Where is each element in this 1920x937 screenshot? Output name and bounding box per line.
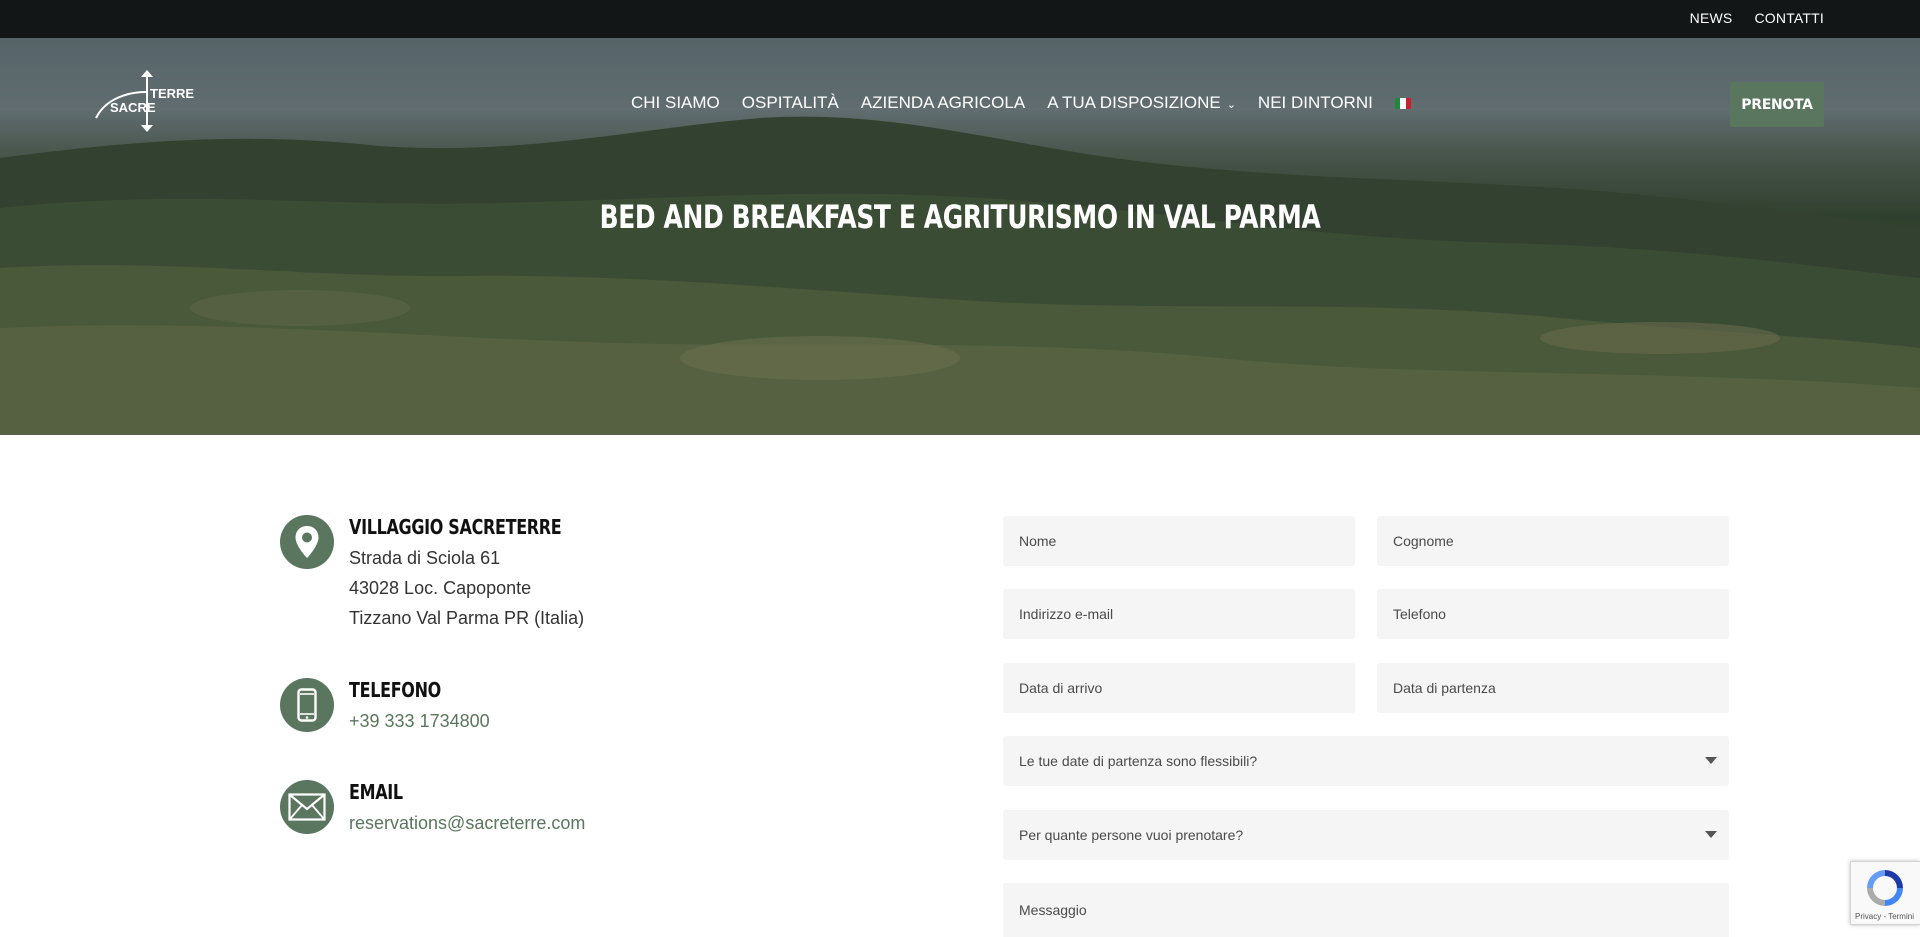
chevron-down-icon: ⌄: [1226, 98, 1236, 111]
message-textarea[interactable]: Messaggio: [1003, 883, 1729, 937]
nav-nei-dintorni[interactable]: NEI DINTORNI: [1258, 93, 1373, 113]
cognome-input[interactable]: Cognome: [1377, 516, 1729, 566]
nav-chi-siamo[interactable]: CHI SIAMO: [631, 93, 720, 113]
mobile-phone-icon: [280, 678, 334, 732]
address-line: 43028 Loc. Capoponte: [349, 578, 532, 598]
guests-label: Per quante persone vuoi prenotare?: [1019, 827, 1244, 843]
hero-banner: SACRE TERRE CHI SIAMO OSPITALITÀ AZIENDA…: [0, 38, 1920, 435]
phone-title: TELEFONO: [349, 678, 441, 702]
news-link[interactable]: NEWS: [1690, 10, 1733, 26]
logo-word-sacre: SACRE: [110, 100, 156, 115]
address-title: VILLAGGIO SACRETERRE: [349, 515, 562, 539]
recaptcha-badge[interactable]: Privacy - Termini: [1850, 861, 1920, 925]
nav-azienda-agricola[interactable]: AZIENDA AGRICOLA: [861, 93, 1025, 113]
top-links: NEWS CONTATTI: [1690, 10, 1824, 26]
arrival-date-input[interactable]: Data di arrivo: [1003, 663, 1355, 713]
dropdown-caret-icon: [1705, 757, 1717, 764]
guests-select[interactable]: Per quante persone vuoi prenotare?: [1003, 810, 1729, 860]
dropdown-caret-icon: [1705, 831, 1717, 838]
hero-title: BED AND BREAKFAST E AGRITURISMO IN VAL P…: [599, 198, 1321, 236]
email-input[interactable]: Indirizzo e-mail: [1003, 589, 1355, 639]
flexible-dates-select[interactable]: Le tue date di partenza sono flessibili?: [1003, 736, 1729, 786]
top-bar: NEWS CONTATTI: [0, 0, 1920, 38]
email-link[interactable]: reservations@sacreterre.com: [349, 808, 585, 838]
email-title: EMAIL: [349, 780, 403, 804]
departure-date-input[interactable]: Data di partenza: [1377, 663, 1729, 713]
nav-a-tua-disposizione-label: A TUA DISPOSIZIONE: [1047, 93, 1221, 112]
nav-a-tua-disposizione[interactable]: A TUA DISPOSIZIONE ⌄: [1047, 93, 1236, 113]
contatti-link[interactable]: CONTATTI: [1754, 10, 1824, 26]
address-line: Tizzano Val Parma PR (Italia): [349, 608, 585, 628]
phone-link[interactable]: +39 333 1734800: [349, 706, 490, 736]
recaptcha-icon: [1867, 870, 1903, 906]
nav-ospitalita[interactable]: OSPITALITÀ: [742, 93, 839, 113]
prenota-button[interactable]: PRENOTA: [1730, 82, 1824, 127]
recaptcha-terms-link[interactable]: Privacy - Termini: [1855, 912, 1914, 921]
nome-input[interactable]: Nome: [1003, 516, 1355, 566]
italian-flag-icon[interactable]: [1394, 97, 1411, 109]
location-pin-icon: [280, 515, 334, 569]
main-nav: CHI SIAMO OSPITALITÀ AZIENDA AGRICOLA A …: [631, 93, 1411, 113]
address-line: Strada di Sciola 61: [349, 548, 501, 568]
sacreterre-logo[interactable]: SACRE TERRE: [94, 68, 194, 134]
logo-word-terre: TERRE: [150, 86, 195, 101]
telefono-input[interactable]: Telefono: [1377, 589, 1729, 639]
envelope-icon: [280, 780, 334, 834]
flexible-dates-label: Le tue date di partenza sono flessibili?: [1019, 753, 1258, 769]
